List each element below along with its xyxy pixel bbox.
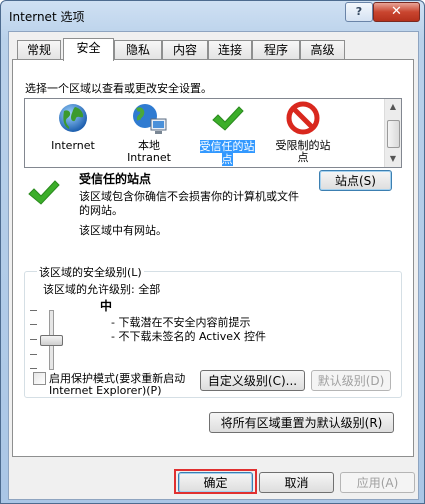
- tab-general[interactable]: 常规: [17, 40, 61, 59]
- zone-list: Internet 本地 Intranet 受信任的站 点 受限制的站 点 ▲ ▼: [24, 98, 402, 168]
- reset-all-zones-button[interactable]: 将所有区域重置为默认级别(R): [209, 412, 394, 433]
- allowed-levels: 该区域的允许级别: 全部: [43, 283, 161, 296]
- scroll-up-arrow-icon[interactable]: ▲: [385, 99, 401, 115]
- internet-options-window: Internet 选项 ? ✕ 常规 安全 隐私 内容 连接 程序 高级 选择一…: [0, 0, 425, 504]
- security-level-group: 该区域的安全级别(L) 该区域的允许级别: 全部 中 - 下载潜在不安全内容前提…: [24, 264, 402, 398]
- zone-trusted-sites-label-2: 点: [221, 153, 233, 166]
- scrollbar-thumb[interactable]: [387, 120, 400, 148]
- close-button[interactable]: ✕: [373, 2, 420, 22]
- zone-status: 该区域中有网站。: [79, 224, 167, 237]
- local-intranet-icon: [133, 104, 167, 134]
- zone-trusted-sites[interactable]: 受信任的站 点: [193, 101, 261, 166]
- zone-restricted-sites[interactable]: 受限制的站 点: [269, 101, 337, 164]
- dialog-client: 常规 安全 隐私 内容 连接 程序 高级 选择一个区域以查看或更改安全设置。 I…: [8, 31, 419, 500]
- globe-icon: [59, 104, 87, 132]
- protected-mode-checkbox[interactable]: [33, 372, 46, 385]
- sites-button[interactable]: 站点(S): [319, 170, 392, 191]
- tab-programs[interactable]: 程序: [252, 40, 300, 59]
- slider-ticks: [30, 310, 40, 370]
- zone-prompt: 选择一个区域以查看或更改安全设置。: [25, 82, 212, 95]
- zone-internet-label: Internet: [51, 139, 95, 152]
- slider-thumb[interactable]: [40, 335, 63, 346]
- help-button[interactable]: ?: [345, 2, 373, 22]
- zone-description-2: 的网站。: [79, 204, 123, 217]
- level-description-2: - 不下载未签名的 ActiveX 控件: [111, 330, 267, 343]
- protected-mode-label-2: Internet Explorer)(P): [49, 384, 162, 397]
- tab-advanced[interactable]: 高级: [300, 40, 345, 59]
- window-title: Internet 选项: [9, 10, 85, 24]
- zone-local-intranet[interactable]: 本地 Intranet: [117, 101, 181, 164]
- trusted-zone-check-icon: [28, 180, 60, 205]
- level-name: 中: [100, 299, 113, 313]
- checkmark-icon: [212, 106, 244, 131]
- tab-privacy[interactable]: 隐私: [114, 40, 162, 59]
- apply-button[interactable]: 应用(A): [340, 472, 415, 493]
- zone-restricted-sites-label-2: 点: [297, 151, 309, 164]
- scroll-down-arrow-icon[interactable]: ▼: [385, 151, 401, 167]
- ok-highlight-box: [174, 469, 257, 494]
- tab-security[interactable]: 安全: [63, 38, 114, 61]
- zone-list-scrollbar[interactable]: ▲ ▼: [384, 99, 401, 167]
- zone-title: 受信任的站点: [79, 172, 152, 186]
- security-level-group-label: 该区域的安全级别(L): [37, 264, 144, 280]
- no-entry-icon: [286, 101, 320, 135]
- custom-level-button[interactable]: 自定义级别(C)...: [200, 370, 305, 391]
- zone-trusted-sites-label-1: 受信任的站: [199, 140, 255, 153]
- zone-internet[interactable]: Internet: [41, 101, 105, 152]
- tab-content[interactable]: 内容: [162, 40, 208, 59]
- title-bar: Internet 选项 ? ✕: [1, 1, 424, 31]
- default-level-button[interactable]: 默认级别(D): [311, 370, 391, 391]
- tab-connections[interactable]: 连接: [208, 40, 252, 59]
- cancel-button[interactable]: 取消: [259, 472, 334, 493]
- security-panel: 选择一个区域以查看或更改安全设置。 Internet 本地 Intranet 受…: [12, 59, 414, 457]
- zone-local-intranet-label-2: Intranet: [127, 151, 171, 164]
